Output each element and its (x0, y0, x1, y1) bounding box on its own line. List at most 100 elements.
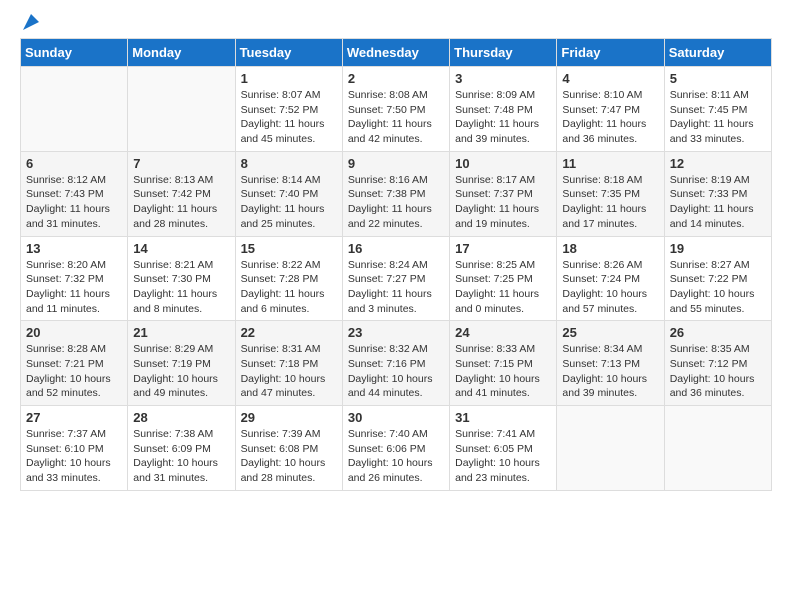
week-row-4: 20 Sunrise: 8:28 AM Sunset: 7:21 PM Dayli… (21, 321, 772, 406)
day-info: Sunrise: 7:39 AM Sunset: 6:08 PM Dayligh… (241, 427, 337, 486)
calendar-cell: 26 Sunrise: 8:35 AM Sunset: 7:12 PM Dayli… (664, 321, 771, 406)
week-row-2: 6 Sunrise: 8:12 AM Sunset: 7:43 PM Daylig… (21, 151, 772, 236)
day-number: 4 (562, 71, 658, 86)
calendar-cell: 23Sunrise: 8:32 AM Sunset: 7:16 PM Dayli… (342, 321, 449, 406)
calendar-cell: 31 Sunrise: 7:41 AM Sunset: 6:05 PM Dayli… (450, 406, 557, 491)
day-number: 7 (133, 156, 229, 171)
day-number: 22 (241, 325, 337, 340)
weekday-header-tuesday: Tuesday (235, 39, 342, 67)
day-number: 29 (241, 410, 337, 425)
day-number: 28 (133, 410, 229, 425)
calendar-cell: 5 Sunrise: 8:11 AM Sunset: 7:45 PM Daylig… (664, 67, 771, 152)
day-info: Sunrise: 8:35 AM Sunset: 7:12 PM Dayligh… (670, 342, 766, 401)
calendar-cell: 6 Sunrise: 8:12 AM Sunset: 7:43 PM Daylig… (21, 151, 128, 236)
day-info: Sunrise: 8:26 AM Sunset: 7:24 PM Dayligh… (562, 258, 658, 317)
day-info: Sunrise: 7:40 AM Sunset: 6:06 PM Dayligh… (348, 427, 444, 486)
page-header (20, 20, 772, 28)
week-row-3: 13Sunrise: 8:20 AM Sunset: 7:32 PM Dayli… (21, 236, 772, 321)
day-number: 5 (670, 71, 766, 86)
day-number: 10 (455, 156, 551, 171)
day-info: Sunrise: 7:41 AM Sunset: 6:05 PM Dayligh… (455, 427, 551, 486)
day-info: Sunrise: 8:34 AM Sunset: 7:13 PM Dayligh… (562, 342, 658, 401)
day-number: 17 (455, 241, 551, 256)
weekday-header-wednesday: Wednesday (342, 39, 449, 67)
day-info: Sunrise: 8:16 AM Sunset: 7:38 PM Dayligh… (348, 173, 444, 232)
day-info: Sunrise: 8:10 AM Sunset: 7:47 PM Dayligh… (562, 88, 658, 147)
day-info: Sunrise: 8:07 AM Sunset: 7:52 PM Dayligh… (241, 88, 337, 147)
calendar-cell: 13Sunrise: 8:20 AM Sunset: 7:32 PM Dayli… (21, 236, 128, 321)
day-info: Sunrise: 8:32 AM Sunset: 7:16 PM Dayligh… (348, 342, 444, 401)
calendar-cell: 28 Sunrise: 7:38 AM Sunset: 6:09 PM Dayli… (128, 406, 235, 491)
logo (20, 20, 41, 28)
day-number: 20 (26, 325, 122, 340)
day-number: 30 (348, 410, 444, 425)
day-info: Sunrise: 7:38 AM Sunset: 6:09 PM Dayligh… (133, 427, 229, 486)
calendar-cell (557, 406, 664, 491)
day-info: Sunrise: 8:17 AM Sunset: 7:37 PM Dayligh… (455, 173, 551, 232)
calendar-cell: 9 Sunrise: 8:16 AM Sunset: 7:38 PM Daylig… (342, 151, 449, 236)
calendar-cell: 15Sunrise: 8:22 AM Sunset: 7:28 PM Dayli… (235, 236, 342, 321)
calendar-cell: 30 Sunrise: 7:40 AM Sunset: 6:06 PM Dayli… (342, 406, 449, 491)
calendar-cell: 12 Sunrise: 8:19 AM Sunset: 7:33 PM Dayli… (664, 151, 771, 236)
day-info: Sunrise: 8:13 AM Sunset: 7:42 PM Dayligh… (133, 173, 229, 232)
calendar-cell: 16 Sunrise: 8:24 AM Sunset: 7:27 PM Dayli… (342, 236, 449, 321)
day-info: Sunrise: 8:33 AM Sunset: 7:15 PM Dayligh… (455, 342, 551, 401)
calendar-cell: 21 Sunrise: 8:29 AM Sunset: 7:19 PM Dayli… (128, 321, 235, 406)
logo-arrow-icon (21, 12, 41, 32)
day-info: Sunrise: 8:11 AM Sunset: 7:45 PM Dayligh… (670, 88, 766, 147)
calendar-cell: 25 Sunrise: 8:34 AM Sunset: 7:13 PM Dayli… (557, 321, 664, 406)
day-info: Sunrise: 8:28 AM Sunset: 7:21 PM Dayligh… (26, 342, 122, 401)
weekday-header-saturday: Saturday (664, 39, 771, 67)
calendar-cell: 22Sunrise: 8:31 AM Sunset: 7:18 PM Dayli… (235, 321, 342, 406)
weekday-header-thursday: Thursday (450, 39, 557, 67)
calendar-cell: 19Sunrise: 8:27 AM Sunset: 7:22 PM Dayli… (664, 236, 771, 321)
day-info: Sunrise: 8:24 AM Sunset: 7:27 PM Dayligh… (348, 258, 444, 317)
day-info: Sunrise: 8:08 AM Sunset: 7:50 PM Dayligh… (348, 88, 444, 147)
day-number: 31 (455, 410, 551, 425)
day-info: Sunrise: 7:37 AM Sunset: 6:10 PM Dayligh… (26, 427, 122, 486)
day-info: Sunrise: 8:20 AM Sunset: 7:32 PM Dayligh… (26, 258, 122, 317)
day-info: Sunrise: 8:12 AM Sunset: 7:43 PM Dayligh… (26, 173, 122, 232)
calendar-cell: 7 Sunrise: 8:13 AM Sunset: 7:42 PM Daylig… (128, 151, 235, 236)
day-number: 12 (670, 156, 766, 171)
day-info: Sunrise: 8:19 AM Sunset: 7:33 PM Dayligh… (670, 173, 766, 232)
calendar-cell (128, 67, 235, 152)
week-row-1: 1 Sunrise: 8:07 AM Sunset: 7:52 PM Daylig… (21, 67, 772, 152)
calendar-cell: 20 Sunrise: 8:28 AM Sunset: 7:21 PM Dayli… (21, 321, 128, 406)
day-number: 18 (562, 241, 658, 256)
weekday-header-row: SundayMondayTuesdayWednesdayThursdayFrid… (21, 39, 772, 67)
day-number: 8 (241, 156, 337, 171)
day-number: 6 (26, 156, 122, 171)
day-number: 24 (455, 325, 551, 340)
weekday-header-monday: Monday (128, 39, 235, 67)
day-number: 21 (133, 325, 229, 340)
day-info: Sunrise: 8:27 AM Sunset: 7:22 PM Dayligh… (670, 258, 766, 317)
calendar-cell (21, 67, 128, 152)
calendar-cell: 8 Sunrise: 8:14 AM Sunset: 7:40 PM Daylig… (235, 151, 342, 236)
calendar-table: SundayMondayTuesdayWednesdayThursdayFrid… (20, 38, 772, 491)
calendar-cell: 17 Sunrise: 8:25 AM Sunset: 7:25 PM Dayli… (450, 236, 557, 321)
day-number: 26 (670, 325, 766, 340)
day-info: Sunrise: 8:25 AM Sunset: 7:25 PM Dayligh… (455, 258, 551, 317)
calendar-cell: 4 Sunrise: 8:10 AM Sunset: 7:47 PM Daylig… (557, 67, 664, 152)
calendar-cell: 27 Sunrise: 7:37 AM Sunset: 6:10 PM Dayli… (21, 406, 128, 491)
day-number: 27 (26, 410, 122, 425)
calendar-cell: 10 Sunrise: 8:17 AM Sunset: 7:37 PM Dayli… (450, 151, 557, 236)
day-number: 3 (455, 71, 551, 86)
day-info: Sunrise: 8:22 AM Sunset: 7:28 PM Dayligh… (241, 258, 337, 317)
day-number: 2 (348, 71, 444, 86)
calendar-cell: 1 Sunrise: 8:07 AM Sunset: 7:52 PM Daylig… (235, 67, 342, 152)
day-number: 25 (562, 325, 658, 340)
day-info: Sunrise: 8:09 AM Sunset: 7:48 PM Dayligh… (455, 88, 551, 147)
day-number: 16 (348, 241, 444, 256)
day-number: 9 (348, 156, 444, 171)
day-number: 1 (241, 71, 337, 86)
calendar-cell: 24 Sunrise: 8:33 AM Sunset: 7:15 PM Dayli… (450, 321, 557, 406)
day-info: Sunrise: 8:29 AM Sunset: 7:19 PM Dayligh… (133, 342, 229, 401)
calendar-cell: 2 Sunrise: 8:08 AM Sunset: 7:50 PM Daylig… (342, 67, 449, 152)
day-info: Sunrise: 8:21 AM Sunset: 7:30 PM Dayligh… (133, 258, 229, 317)
day-info: Sunrise: 8:14 AM Sunset: 7:40 PM Dayligh… (241, 173, 337, 232)
day-number: 14 (133, 241, 229, 256)
day-info: Sunrise: 8:18 AM Sunset: 7:35 PM Dayligh… (562, 173, 658, 232)
calendar-cell: 29 Sunrise: 7:39 AM Sunset: 6:08 PM Dayli… (235, 406, 342, 491)
